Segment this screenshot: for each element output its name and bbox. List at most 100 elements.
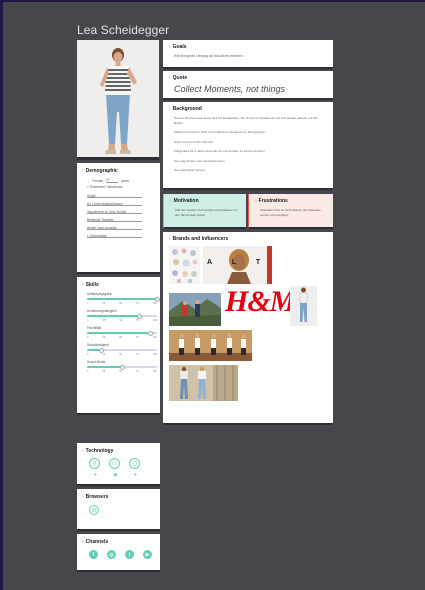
tablet-icon[interactable]: ▭ [109, 458, 120, 469]
instagram-icon[interactable]: ◎ [107, 550, 116, 559]
background-paragraph[interactable]: Pflegt alles für 2 Jahre Freunde um mit … [174, 149, 327, 154]
skill-label: Auffassungsgabe [87, 292, 112, 296]
skill-tick-label: 25 [102, 370, 106, 373]
quote-text[interactable]: Collect Moments, not things [174, 84, 327, 94]
gender-age-row: ♀ Female 27 years [87, 178, 155, 183]
hiking-travel-image[interactable] [169, 293, 221, 326]
motivation-card: Motivation Will den Kunden Schnell die I… [163, 194, 246, 229]
mobile-icon[interactable]: ▯ [89, 458, 100, 469]
skill-tick-label: 100 [152, 302, 157, 305]
location-row: ⌖ Dübendorf, Ostschweiz [87, 185, 155, 189]
skill-fill [87, 332, 150, 334]
jeans-fashion-image[interactable] [169, 365, 238, 401]
technology-title: Technology [82, 448, 155, 454]
background-paragraph[interactable]: Hat am Wochenende keine Zeit für Soziala… [174, 116, 327, 125]
skill-label: Umsetzungsfähigkeit [87, 309, 117, 313]
skill-tick-label: 50 [119, 353, 122, 356]
frustrations-card: Frustrations Aktuelles Infos ist nicht a… [248, 194, 333, 229]
background-paragraph[interactable]: Macht Unterricht in Tanz und Auftritte i… [174, 130, 327, 135]
skill-knob[interactable] [154, 296, 160, 302]
skill-knob[interactable] [137, 313, 142, 319]
age-value[interactable]: 27 [106, 178, 119, 183]
apple-icon: ● [133, 472, 138, 478]
brands-title: Brands and Influencers [169, 236, 327, 242]
skill-knob[interactable] [98, 347, 104, 353]
motivation-text[interactable]: Will den Kunden Schnell die Informatione… [175, 208, 240, 217]
dance-group-image[interactable] [169, 330, 252, 361]
skill-track[interactable] [87, 296, 160, 302]
demographic-field[interactable]: Kv. Lehre abgeschlossen [87, 200, 142, 206]
safari-compass-icon[interactable]: ⊘ [89, 505, 99, 515]
gender-value: Female [92, 178, 104, 183]
female-icon: ♀ [87, 178, 90, 183]
skill-label: Flexibilität [87, 326, 102, 330]
skill-tick-label: 50 [119, 336, 122, 339]
jewelry-collage-image[interactable] [169, 246, 200, 284]
goals-text[interactable]: Will Ihre ganze Leistung auf das Arbeit … [174, 54, 327, 58]
twitter-icon[interactable]: t [125, 550, 134, 559]
skill-tick-label: 50 [119, 370, 122, 373]
alt-magazine-image[interactable]: A L T [203, 246, 272, 284]
skill-tick-label: 75 [136, 319, 139, 322]
demographic-field[interactable]: Single [87, 192, 142, 198]
skill-track[interactable] [87, 364, 157, 370]
background-paragraph[interactable]: Steht sich um 6 Uhr früh auf. [174, 140, 327, 145]
background-paragraph[interactable]: Sie mag keinen Stress [174, 168, 327, 173]
desktop-icon[interactable]: ▢ [129, 458, 140, 469]
skill-tick-label: 75 [136, 370, 139, 373]
skill-tick-label: 0 [87, 370, 89, 373]
skill-slider: Flexibilität 0 25 50 75 100 [87, 326, 157, 339]
technology-card: Technology ▯ ▭ ▢ ● ◆ ● [77, 443, 160, 486]
apple-icon: ● [93, 472, 98, 478]
android-icon: ◆ [113, 472, 118, 478]
skill-track[interactable] [87, 313, 157, 319]
demographic-field[interactable]: Reisende Traveller [87, 216, 142, 222]
skill-ticks: 0 25 50 75 100 [87, 319, 157, 322]
channels-title: Channels [82, 539, 155, 545]
skills-title: Skills [82, 282, 155, 288]
skill-fill [87, 298, 157, 300]
left-edge-strip [0, 0, 3, 590]
location-pin-icon: ⌖ [87, 185, 89, 189]
skill-slider: Umsetzungsfähigkeit 0 25 50 75 100 [87, 309, 157, 322]
skill-tick-label: 0 [87, 336, 89, 339]
skill-ticks: 0 25 50 75 100 [87, 353, 157, 356]
skill-ticks: 0 25 50 75 100 [87, 370, 157, 373]
demographic-title: Demographic [82, 168, 155, 174]
skill-track[interactable] [87, 330, 157, 336]
background-card: Background Hat am Wochenende keine Zeit … [163, 102, 333, 190]
youtube-icon[interactable]: ▶ [143, 550, 152, 559]
jeans-model-image[interactable] [290, 286, 317, 326]
demographic-field[interactable]: Tanzlehrerin in Tanz-Schule [87, 208, 142, 214]
quote-title: Quote [169, 75, 327, 81]
skill-tick-label: 0 [87, 353, 89, 356]
location-value: Dübendorf, Ostschweiz [89, 185, 123, 189]
hm-logo[interactable]: H&M [225, 285, 296, 319]
skill-tick-label: 25 [102, 336, 106, 339]
frustrations-text[interactable]: Aktuelles Infos ist nicht aktuell, die W… [260, 208, 327, 217]
facebook-icon[interactable]: f [89, 550, 98, 559]
browsers-title: Browsers [82, 494, 155, 500]
skill-knob[interactable] [147, 330, 153, 336]
demographic-card: Demographic ♀ Female 27 years ⌖ Dübendor… [77, 163, 160, 274]
skill-tick-label: 25 [102, 302, 106, 305]
skill-tick-label: 100 [152, 336, 157, 339]
skill-tick-label: 75 [136, 302, 139, 305]
skill-ticks: 0 25 50 75 100 [87, 336, 157, 339]
skill-tick-label: 75 [136, 353, 139, 356]
skill-tick-label: 100 [152, 353, 157, 356]
goals-card: Goals Will Ihre ganze Leistung auf das A… [163, 40, 333, 69]
alt-letters: A L T [207, 259, 270, 266]
browsers-card: Browsers ⊘ [77, 489, 160, 531]
skill-track[interactable] [87, 347, 157, 353]
background-paragraph[interactable]: Sie mag Kinder und unterrichtet gern. [174, 159, 327, 164]
demographic-field[interactable]: Wohnt mich zuhause [87, 224, 142, 230]
skill-knob[interactable] [119, 364, 125, 370]
persona-photo [77, 40, 159, 160]
skill-tick-label: 25 [102, 319, 106, 322]
skill-slider: Social Media 0 25 50 75 100 [87, 360, 157, 373]
top-edge-strip [0, 0, 425, 2]
demographic-field[interactable]: 1 Geschwister [87, 232, 142, 238]
skill-tick-label: 0 [87, 302, 89, 305]
skills-list: Auffassungsgabe 0 25 50 75 100 Umsetzungsfähig… [82, 292, 160, 373]
